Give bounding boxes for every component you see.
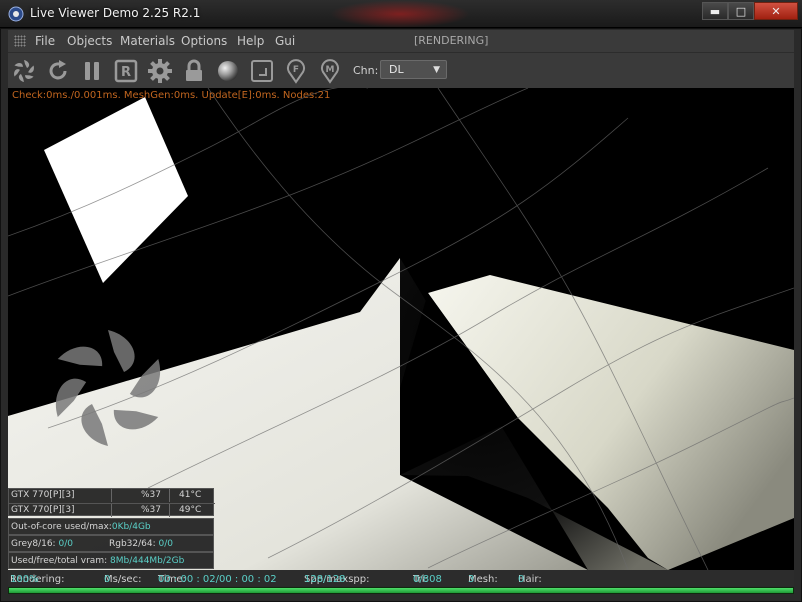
render-progress-fill xyxy=(9,588,793,593)
gpu-name: GTX 770[P][3] xyxy=(11,505,75,515)
window-title: Live Viewer Demo 2.25 R2.1 xyxy=(30,6,201,20)
tri-value: 0/808 xyxy=(413,574,442,585)
rendering-value: 100% xyxy=(10,574,39,585)
m-pin-letter: M xyxy=(326,65,335,75)
gpu-usage: %37 xyxy=(141,505,162,515)
channel-select-value: DL xyxy=(389,63,404,76)
toolbar: R F M Chn: DL ▼ xyxy=(8,52,794,88)
menu-objects[interactable]: Objects xyxy=(67,34,112,48)
gpu-temp: 41°C xyxy=(179,490,202,500)
menu-grip-icon[interactable] xyxy=(14,35,26,47)
out-of-core-info: Out-of-core used/max:0Kb/4Gb xyxy=(8,518,214,535)
mssec-value: 0 xyxy=(104,574,111,585)
out-of-core-value: 0Kb/4Gb xyxy=(111,522,151,532)
pause-icon[interactable] xyxy=(78,57,106,85)
grey-label: Grey8/16: xyxy=(11,539,56,549)
floating-plane xyxy=(44,97,188,283)
close-button[interactable]: ✕ xyxy=(754,2,798,20)
window-controls: ▬ □ ✕ xyxy=(702,2,798,20)
rgb-label: Rgb32/64: xyxy=(109,539,156,549)
title-bar: Live Viewer Demo 2.25 R2.1 ▬ □ ✕ xyxy=(0,0,802,28)
vram-label: Used/free/total vram: xyxy=(11,556,108,566)
hair-value: 0 xyxy=(518,574,525,585)
channel-label: Chn: xyxy=(353,64,379,77)
spp-value: 128/128 xyxy=(304,574,346,585)
menu-help[interactable]: Help xyxy=(237,34,264,48)
menu-bar: File Objects Materials Options Help Gui … xyxy=(8,30,794,52)
maximize-button[interactable]: □ xyxy=(728,2,754,20)
settings-gear-icon[interactable] xyxy=(146,57,174,85)
octane-logo-icon[interactable] xyxy=(10,57,38,85)
f-pin-icon[interactable]: F xyxy=(282,57,310,85)
gpu-row: GTX 770[P][3] %37 49°C xyxy=(9,503,215,517)
menu-materials[interactable]: Materials xyxy=(120,34,175,48)
status-bar: Rendering: 100% Ms/sec: 0 Time: 00 : 00 … xyxy=(8,570,794,586)
title-bar-glow xyxy=(330,0,470,28)
mesh-value: 3 xyxy=(468,574,475,585)
f-pin-letter: F xyxy=(293,65,299,75)
lock-icon[interactable] xyxy=(180,57,208,85)
resize-frame-icon[interactable] xyxy=(248,57,276,85)
channel-select[interactable]: DL ▼ xyxy=(380,60,447,79)
time-value: 00 : 00 : 02/00 : 00 : 02 xyxy=(158,574,277,585)
material-sphere-icon[interactable] xyxy=(214,57,242,85)
m-pin-icon[interactable]: M xyxy=(316,57,344,85)
menu-gui[interactable]: Gui xyxy=(275,34,295,48)
texture-info: Grey8/16: 0/0 Rgb32/64: 0/0 xyxy=(8,535,214,552)
menu-file[interactable]: File xyxy=(35,34,55,48)
rgb-value: 0/0 xyxy=(158,539,174,549)
gpu-name: GTX 770[P][3] xyxy=(11,490,75,500)
render-progress-bar xyxy=(8,587,794,594)
render-stats: Check:0ms./0.001ms. MeshGen:0ms. Update[… xyxy=(12,90,331,101)
r-region-icon[interactable]: R xyxy=(112,57,140,85)
render-viewport[interactable]: Check:0ms./0.001ms. MeshGen:0ms. Update[… xyxy=(8,88,794,570)
refresh-icon[interactable] xyxy=(44,57,72,85)
cinema4d-app-icon[interactable] xyxy=(8,6,24,22)
gpu-row: GTX 770[P][3] %37 41°C xyxy=(9,489,215,502)
render-status-label: [RENDERING] xyxy=(414,34,489,47)
gpu-usage: %37 xyxy=(141,490,162,500)
menu-options[interactable]: Options xyxy=(181,34,227,48)
vram-info: Used/free/total vram: 8Mb/444Mb/2Gb xyxy=(8,552,214,569)
minimize-button[interactable]: ▬ xyxy=(702,2,728,20)
vram-value: 8Mb/444Mb/2Gb xyxy=(110,556,185,566)
out-of-core-label: Out-of-core used/max: xyxy=(11,522,112,532)
gpu-panel: GTX 770[P][3] %37 41°C GTX 770[P][3] %37… xyxy=(8,488,215,517)
rgb-info: Rgb32/64: 0/0 xyxy=(109,539,173,549)
r-region-letter: R xyxy=(121,65,131,80)
chevron-down-icon: ▼ xyxy=(433,65,440,75)
grey-value: 0/0 xyxy=(58,539,73,549)
gpu-temp: 49°C xyxy=(179,505,202,515)
